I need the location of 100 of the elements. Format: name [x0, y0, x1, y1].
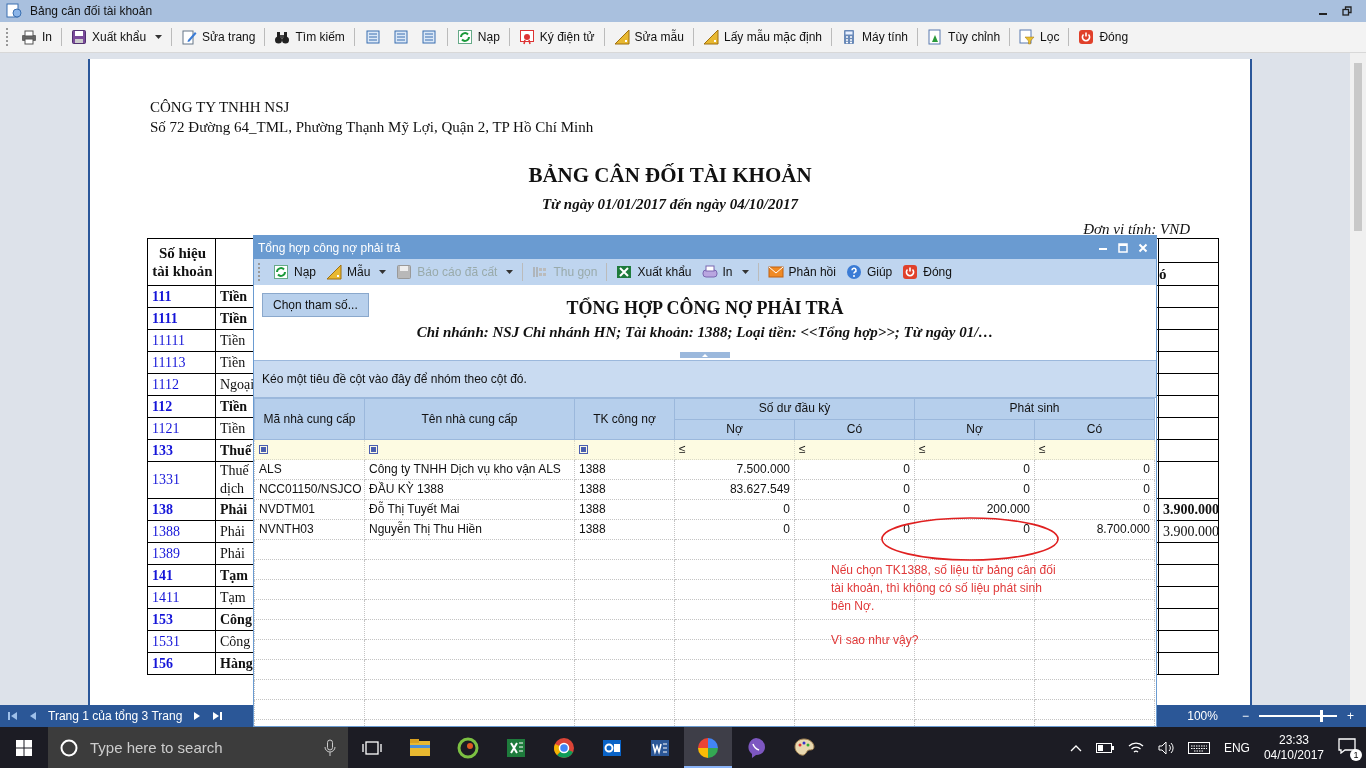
- table-cell: NCC01150/NSJCO: [254, 479, 365, 500]
- chevron-up-icon[interactable]: [1069, 743, 1082, 752]
- ring-app-icon: [456, 735, 480, 760]
- help-icon: [845, 264, 862, 280]
- report-title: BẢNG CÂN ĐỐI TÀI KHOẢN: [527, 163, 813, 188]
- task-view-icon[interactable]: [362, 739, 382, 756]
- toolbar-button[interactable]: Sửa mẫu: [609, 27, 688, 47]
- pencil-icon: [181, 29, 198, 45]
- pinwheel-icon: [696, 735, 720, 760]
- calculator-icon: [841, 29, 857, 45]
- toolbar-button[interactable]: Lấy mẫu mặc định: [698, 27, 826, 47]
- table-cell: [1158, 461, 1219, 499]
- refresh-icon: [456, 29, 473, 45]
- maximize-icon[interactable]: [1118, 242, 1128, 253]
- table-cell: 1388: [574, 519, 675, 540]
- filter-toggle-icon[interactable]: [579, 445, 588, 454]
- table-cell: ĐẦU KỲ 1388: [364, 479, 575, 500]
- choose-parameters-button[interactable]: Chọn tham số...: [262, 293, 369, 317]
- toolbar-button[interactable]: In: [697, 262, 753, 282]
- close-icon[interactable]: [1138, 242, 1148, 253]
- keyboard-icon[interactable]: [1187, 741, 1210, 754]
- page-indicator: Trang 1 của tổng 3 Trang: [48, 709, 183, 723]
- toolbar-button[interactable]: Nạp: [452, 27, 504, 47]
- table-cell: 1388: [574, 459, 675, 480]
- volume-icon[interactable]: [1157, 740, 1174, 755]
- first-page-icon[interactable]: [8, 711, 18, 721]
- taskbar-app[interactable]: [684, 727, 732, 768]
- table-cell: NVDTM01: [254, 499, 365, 520]
- search-field[interactable]: Type here to search: [48, 727, 348, 768]
- toolbar-button[interactable]: Tùy chỉnh: [923, 27, 1005, 47]
- filter-icon: [1019, 29, 1036, 45]
- page-icon: [927, 29, 944, 45]
- toolbar-button[interactable]: Tìm kiếm: [270, 27, 349, 47]
- toolbar-button[interactable]: Đóng: [898, 262, 956, 282]
- caret-icon: [741, 270, 749, 274]
- table-cell: Công ty TNHH Dịch vụ kho vận ALS: [364, 459, 575, 480]
- company-address: Số 72 Đường 64_TML, Phường Thạnh Mỹ Lợi, Quận 2, TP Hồ Chí Minh: [150, 118, 595, 137]
- filter-toggle-icon[interactable]: [259, 445, 268, 454]
- column-header[interactable]: TK công nợ: [574, 398, 675, 440]
- toolbar-button[interactable]: Máy tính: [837, 27, 913, 47]
- zoom-out-button[interactable]: −: [1241, 709, 1249, 723]
- message-icon[interactable]: [1338, 738, 1356, 754]
- toolbar-button[interactable]: Phản hồi: [763, 262, 840, 282]
- account-number: 11113: [147, 351, 216, 374]
- toolbar-button[interactable]: Lọc: [1015, 27, 1064, 47]
- toolbar-button[interactable]: Giúp: [841, 262, 897, 282]
- filter-operator[interactable]: ≤: [1039, 442, 1046, 456]
- currency-unit: Đơn vị tính: VND: [1082, 221, 1190, 238]
- grid-icon: [532, 264, 549, 280]
- table-cell: 0: [1034, 479, 1155, 500]
- notification-count: 1: [1350, 749, 1362, 761]
- filter-operator[interactable]: ≤: [919, 442, 926, 456]
- toolbar-button[interactable]: Xuất khẩu: [67, 27, 167, 47]
- table-cell: ALS: [254, 459, 365, 480]
- table-cell: 0: [914, 459, 1035, 480]
- column-group-header: Số dư đầu kỳ: [674, 398, 915, 419]
- account-number: 156: [147, 652, 216, 675]
- toolbar-button[interactable]: In: [17, 27, 56, 47]
- annotation-question: Vì sao như vậy?: [831, 633, 919, 647]
- power-icon: [1078, 29, 1095, 45]
- table-cell: 0: [794, 459, 915, 480]
- account-number: 1388: [147, 520, 216, 543]
- column-header[interactable]: Tên nhà cung cấp: [364, 398, 575, 440]
- tricolor-circle-icon: [552, 735, 576, 760]
- clock[interactable]: 23:33 04/10/2017: [1263, 732, 1324, 763]
- table-cell: 1388: [574, 479, 675, 500]
- column-header[interactable]: Mã nhà cung cấp: [254, 398, 365, 440]
- table-cell: 0: [674, 499, 795, 520]
- account-number: 1389: [147, 542, 216, 565]
- toolbar-button[interactable]: Mẫu: [322, 262, 391, 282]
- scrollbar[interactable]: [1350, 53, 1366, 705]
- account-number: 112: [147, 395, 216, 418]
- wifi-icon[interactable]: [1127, 740, 1144, 755]
- toolbar-button[interactable]: Nạp: [269, 262, 320, 282]
- dialog-title: Tổng hợp công nợ phải trả: [258, 240, 402, 255]
- toolbar-button[interactable]: Ký điện tử: [514, 27, 599, 47]
- zoom-slider[interactable]: [1259, 710, 1337, 722]
- caret-icon: [155, 35, 163, 39]
- refresh-icon: [273, 264, 289, 280]
- table-cell: [1158, 586, 1219, 609]
- battery-icon[interactable]: [1095, 742, 1114, 753]
- zoom-percent: 100%: [1187, 709, 1218, 723]
- envelope-icon: [767, 264, 784, 280]
- zoom-in-button[interactable]: +: [1347, 709, 1354, 723]
- toolbar-button[interactable]: Xuất khẩu: [612, 262, 696, 282]
- ruler-icon: [613, 29, 630, 45]
- account-number: 1121: [147, 417, 216, 440]
- filter-operator[interactable]: ≤: [799, 442, 806, 456]
- input-language[interactable]: ENG: [1223, 740, 1250, 755]
- toolbar-button[interactable]: Đóng: [1074, 27, 1133, 47]
- restore-icon[interactable]: [1342, 6, 1352, 16]
- windows-logo-icon[interactable]: [16, 739, 32, 756]
- company-name: CÔNG TY TNHH NSJ: [150, 98, 291, 117]
- filter-toggle-icon[interactable]: [369, 445, 378, 454]
- last-page-icon[interactable]: [212, 711, 223, 721]
- previous-page-icon[interactable]: [28, 711, 38, 721]
- toolbar-button[interactable]: Sửa trang: [177, 27, 260, 47]
- filter-operator[interactable]: ≤: [679, 442, 686, 456]
- microphone-icon[interactable]: [324, 738, 336, 757]
- table-cell: 0: [1034, 459, 1155, 480]
